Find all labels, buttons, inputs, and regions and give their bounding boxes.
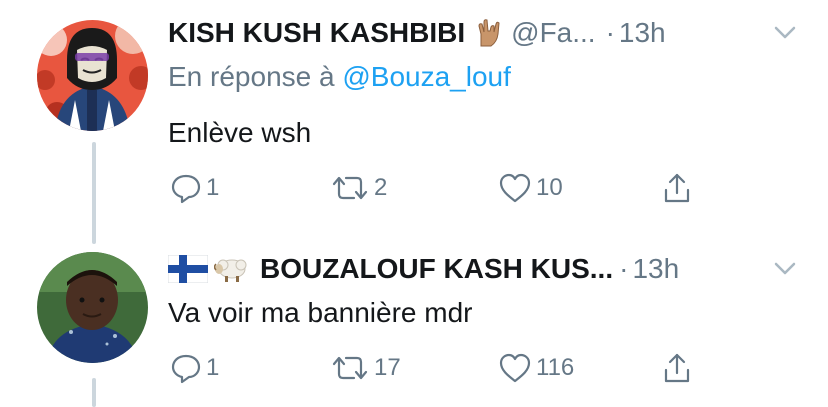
like-count: 116 — [536, 354, 575, 381]
share-icon — [662, 172, 692, 204]
tweet-actions: 1 2 10 — [168, 168, 728, 208]
like-button[interactable]: 116 — [498, 348, 574, 388]
reply-context: En réponse à @Bouza_louf — [168, 60, 511, 94]
avatar[interactable] — [37, 252, 148, 363]
handle[interactable]: @Fa... — [511, 16, 595, 50]
reply-button[interactable]: 1 — [170, 348, 219, 388]
reply-prefix: En réponse à — [168, 61, 335, 92]
tweet-text: Enlève wsh — [168, 117, 312, 148]
avatar[interactable] — [37, 20, 148, 131]
share-button[interactable] — [662, 168, 692, 208]
sheep-emoji-icon — [214, 254, 250, 284]
tweet-header: BOUZALOUF KASH KUS... · 13h — [168, 252, 808, 286]
tweet[interactable]: KISH KUSH KASHBIBI @Fa... · 13h En répon… — [0, 0, 828, 230]
like-count: 10 — [536, 174, 563, 201]
chevron-down-icon[interactable] — [774, 262, 796, 276]
timestamp[interactable]: 13h — [632, 252, 679, 286]
share-button[interactable] — [662, 348, 692, 388]
retweet-button[interactable]: 17 — [330, 348, 401, 388]
reply-count: 1 — [206, 174, 220, 201]
reply-button[interactable]: 1 — [170, 168, 219, 208]
heart-icon — [498, 172, 532, 204]
separator-dot: · — [619, 253, 629, 284]
display-name[interactable]: KISH KUSH KASHBIBI — [168, 16, 465, 50]
share-icon — [662, 352, 692, 384]
reply-icon — [170, 352, 202, 384]
timestamp[interactable]: 13h — [619, 16, 666, 50]
finland-flag-icon — [168, 255, 208, 283]
reply-count: 1 — [206, 354, 220, 381]
reply-mention-link[interactable]: @Bouza_louf — [342, 61, 511, 92]
hand-gesture-emoji-icon — [473, 18, 503, 48]
tweet[interactable]: BOUZALOUF KASH KUS... · 13h Va voir ma b… — [0, 240, 828, 407]
retweet-button[interactable]: 2 — [330, 168, 387, 208]
retweet-count: 2 — [374, 174, 388, 201]
display-name[interactable]: BOUZALOUF KASH KUS... — [260, 252, 613, 286]
reply-icon — [170, 172, 202, 204]
heart-icon — [498, 352, 532, 384]
tweet-actions: 1 17 116 — [168, 348, 728, 388]
tweet-text: Va voir ma bannière mdr — [168, 297, 473, 328]
retweet-icon — [330, 172, 370, 204]
retweet-icon — [330, 352, 370, 384]
separator-dot: · — [605, 17, 615, 48]
tweet-header: KISH KUSH KASHBIBI @Fa... · 13h — [168, 16, 808, 50]
chevron-down-icon[interactable] — [774, 26, 796, 40]
like-button[interactable]: 10 — [498, 168, 563, 208]
retweet-count: 17 — [374, 354, 401, 381]
